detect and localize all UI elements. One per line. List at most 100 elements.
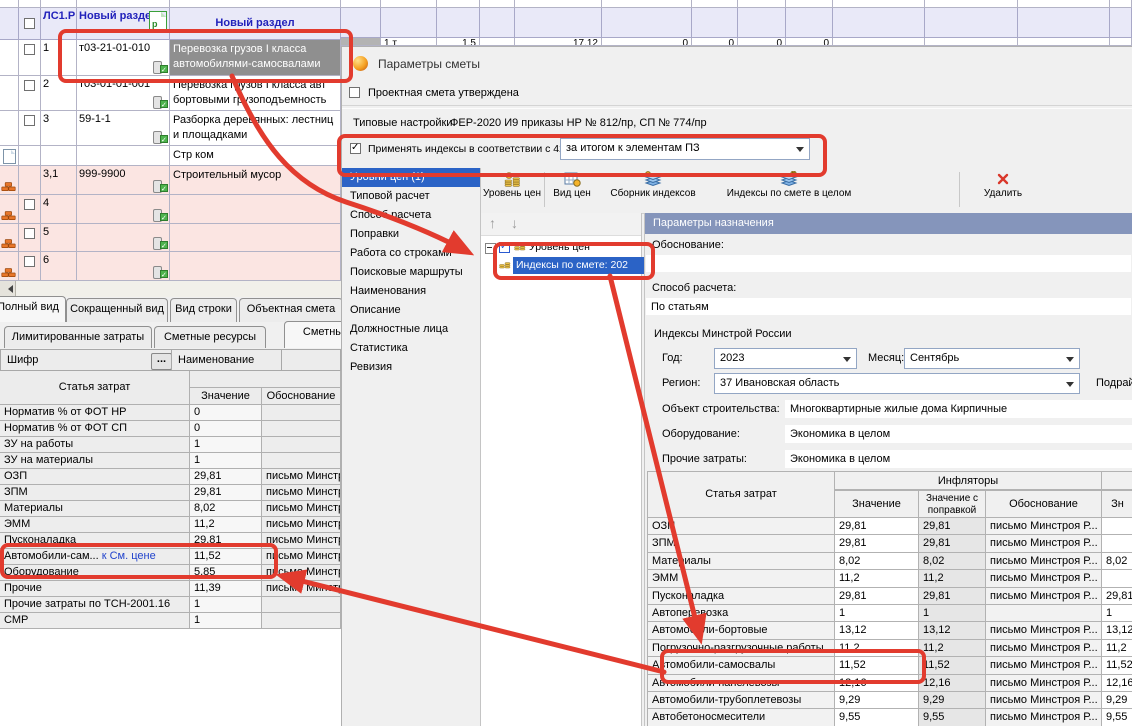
row-checkbox[interactable] [24,80,35,91]
toolbar-button-1[interactable]: Уровень цен [482,170,542,211]
inflator-value[interactable]: 29,81 [835,588,919,605]
equipment-value-field[interactable]: Экономика в целом [785,425,1132,443]
inflator-corrected[interactable]: 9,29 [919,692,986,709]
grid-cell[interactable] [925,38,1018,46]
row-code-cell[interactable] [77,252,170,281]
cost-row-article[interactable]: ЗУ на материалы [0,453,190,469]
toolbar-button-5[interactable]: Удалить [967,170,1039,211]
toolbar-button-4[interactable]: ΣИндексы по смете в целом [709,170,869,211]
apply-indices-checkbox[interactable] [350,143,361,154]
nav-item-11[interactable]: Ревизия [342,358,480,377]
row-name-cell[interactable]: Перевозка грузов I класса авт бортовыми … [170,76,341,111]
cost-row-value[interactable]: 11,52 [190,549,262,565]
toolbar-button-2[interactable]: Вид цен [547,170,597,211]
row-number-cell[interactable]: 3 [41,111,77,146]
nav-item-5[interactable]: Работа со строками [342,244,480,263]
cost-row-value[interactable]: 1 [190,597,262,613]
inflator-article[interactable]: Автобетоносмесители [647,709,835,726]
inflator-article[interactable]: Автомобили-бортовые [647,622,835,639]
row-code-cell[interactable] [77,224,170,252]
inflator-article[interactable]: Погрузочно-разгрузочные работы [647,640,835,657]
inflator-corrected[interactable]: 9,55 [919,709,986,726]
grid-cell[interactable] [341,38,381,46]
cost-row-article[interactable]: Автомобили-сам... к См. цене [0,549,190,565]
nav-item-8[interactable]: Описание [342,301,480,320]
cost-row-article[interactable]: Пусконаладка [0,533,190,549]
cost-row-article[interactable]: ЗУ на работы [0,437,190,453]
cost-row-article[interactable]: СМР [0,613,190,629]
nav-item-6[interactable]: Поисковые маршруты [342,263,480,282]
row-checkbox[interactable] [24,256,35,267]
cost-row-value[interactable]: 0 [190,405,262,421]
row-number-cell[interactable]: 1 [41,40,77,76]
nav-item-1[interactable]: Уровни цен (1) [342,168,480,187]
inflator-article[interactable]: Автоперевозка [647,605,835,622]
other-costs-value-field[interactable]: Экономика в целом [785,450,1132,468]
move-up-icon[interactable]: ↑ [489,215,496,231]
inflator-article[interactable]: ЗПМ [647,535,835,552]
scroll-left-button[interactable] [0,281,16,297]
price-link[interactable]: к См. цене [99,550,156,562]
inflator-article[interactable]: Автомобили-панелевозы [647,675,835,692]
grid-cell[interactable]: 0 [602,38,692,46]
grid-cell[interactable]: 0 [738,38,786,46]
section-tab-1[interactable]: Лимитированные затраты [4,326,152,348]
cost-row-article[interactable]: ЭММ [0,517,190,533]
inflator-value[interactable]: 29,81 [835,518,919,535]
year-dropdown[interactable]: 2023 [714,348,857,369]
toolbar-button-3[interactable]: Сборник индексов [599,170,707,211]
grid-cell[interactable]: 0 [786,38,833,46]
inflator-corrected[interactable]: 29,81 [919,518,986,535]
inflator-corrected[interactable]: 29,81 [919,535,986,552]
nav-item-10[interactable]: Статистика [342,339,480,358]
basis-input[interactable] [646,255,1131,272]
indices-mode-dropdown[interactable]: за итогом к элементам ПЗ [560,138,810,160]
tree-expander-icon[interactable] [485,243,496,254]
inflator-corrected[interactable]: 11,2 [919,640,986,657]
inflator-article[interactable]: Материалы [647,553,835,570]
row-code-cell[interactable] [77,146,170,166]
inflator-value[interactable]: 12,16 [835,675,919,692]
cost-row-article[interactable]: Материалы [0,501,190,517]
inflator-value[interactable]: 8,02 [835,553,919,570]
inflator-corrected[interactable]: 13,12 [919,622,986,639]
inflator-corrected[interactable]: 11,2 [919,570,986,587]
grid-cell[interactable] [1110,38,1132,46]
view-tab-3[interactable]: Вид строки [170,298,237,322]
inflator-corrected[interactable]: 12,16 [919,675,986,692]
inflator-corrected[interactable]: 8,02 [919,553,986,570]
select-all-checkbox[interactable] [24,18,35,29]
row-name-cell[interactable] [170,195,341,224]
row-number-cell[interactable]: 5 [41,224,77,252]
row-code-cell[interactable]: 59-1-1 [77,111,170,146]
view-tab-1[interactable]: Полный вид [0,296,66,322]
nav-item-3[interactable]: Способ расчета [342,206,480,225]
tree-root-checkbox[interactable] [499,242,510,253]
cost-row-article[interactable]: Норматив % от ФОТ НР [0,405,190,421]
row-number-cell[interactable] [41,146,77,166]
grid-cell[interactable] [480,38,515,46]
view-tab-2[interactable]: Сокращенный вид [66,298,168,322]
grid-cell[interactable]: 1 т [381,38,437,46]
row-name-cell[interactable]: Строительный мусор [170,166,341,195]
inflator-value[interactable]: 11,2 [835,640,919,657]
row-code-cell[interactable] [77,195,170,224]
inflator-value[interactable]: 13,12 [835,622,919,639]
inflator-value[interactable]: 1 [835,605,919,622]
cost-row-article[interactable]: ОЗП [0,469,190,485]
row-code-cell[interactable]: т03-21-01-010 [77,40,170,76]
inflator-value[interactable]: 9,55 [835,709,919,726]
object-value-field[interactable]: Многоквартирные жилые дома Кирпичные [785,400,1132,418]
inflator-corrected[interactable]: 1 [919,605,986,622]
month-dropdown[interactable]: Сентябрь [904,348,1080,369]
row-name-cell[interactable]: Стр ком [170,146,341,166]
cost-row-value[interactable]: 1 [190,453,262,469]
horizontal-scrollbar[interactable] [0,281,341,297]
inflator-article[interactable]: ЭММ [647,570,835,587]
inflator-value[interactable]: 11,52 [835,657,919,674]
cost-row-value[interactable]: 1 [190,437,262,453]
cost-row-value[interactable]: 11,2 [190,517,262,533]
file-p-icon[interactable]: p [149,11,167,31]
row-name-cell[interactable]: Перевозка грузов I класса автомобилями-с… [170,40,341,76]
row-code-cell[interactable]: 999-9900 [77,166,170,195]
